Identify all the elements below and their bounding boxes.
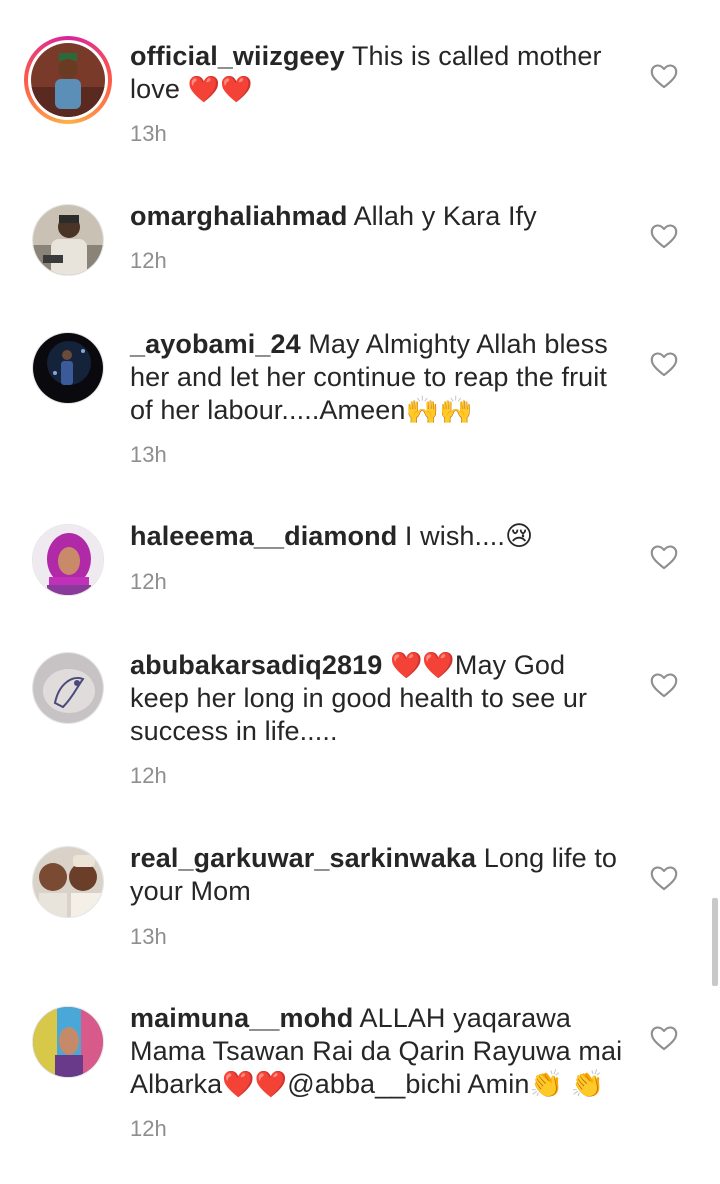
comment-timestamp: 13h [130,924,167,949]
comment-timestamp: 12h [130,1116,167,1141]
comment-body: maimuna__mohd ALLAH yaqarawa Mama Tsawan… [130,1002,630,1101]
heart-outline-icon[interactable] [650,544,678,570]
comment-text: Allah y Kara Ify [353,201,537,231]
comment-mention-text[interactable]: @abba__bichi Amin [287,1069,529,1099]
comment-text: I wish.... [404,521,505,551]
heart-emoji: ❤️❤️ [222,1069,288,1099]
heart-outline-icon[interactable] [650,351,678,377]
avatar-image [33,847,103,917]
avatar-image [33,525,103,595]
heart-emoji: ❤️❤️ [187,74,253,104]
comment-body: omarghaliahmad Allah y Kara Ify [130,200,630,233]
comment-body: _ayobami_24 May Almighty Allah bless her… [130,328,630,427]
heart-outline-icon[interactable] [650,223,678,249]
heart-outline-icon[interactable] [650,63,678,89]
avatar[interactable] [32,204,104,276]
comment-username[interactable]: real_garkuwar_sarkinwaka [130,843,476,873]
comment-username[interactable]: haleeema__diamond [130,521,397,551]
comment-body: abubakarsadiq2819 ❤️❤️May God keep her l… [130,649,630,748]
clapping-hands-emoji: 👏 👏 [529,1069,605,1099]
crying-face-emoji: 😢 [504,521,534,551]
avatar-image [31,43,105,117]
avatar-image [33,653,103,723]
scrollbar[interactable] [712,898,718,986]
avatar[interactable] [32,1006,104,1078]
heart-outline-icon[interactable] [650,1025,678,1051]
comment-timestamp: 13h [130,121,167,146]
avatar-image [33,205,103,275]
comment-username[interactable]: omarghaliahmad [130,201,347,231]
avatar-image [33,333,103,403]
avatar-with-story-ring[interactable] [24,36,112,124]
comment-body: haleeema__diamond I wish....😢 [130,520,630,553]
comment-timestamp: 12h [130,763,167,788]
comment-body: real_garkuwar_sarkinwaka Long life to yo… [130,842,630,908]
avatar-image [33,1007,103,1077]
comment-username[interactable]: abubakarsadiq2819 [130,650,382,680]
comment-username[interactable]: maimuna__mohd [130,1003,353,1033]
avatar[interactable] [32,652,104,724]
avatar[interactable] [32,332,104,404]
comment-timestamp: 12h [130,569,167,594]
comment-timestamp: 13h [130,442,167,467]
avatar[interactable] [32,846,104,918]
comment-username[interactable]: official_wiizgeey [130,41,345,71]
raised-hands-emoji: 🙌🙌 [405,395,473,425]
heart-outline-icon[interactable] [650,865,678,891]
comment-body: official_wiizgeey This is called mother … [130,40,630,106]
comment-timestamp: 12h [130,248,167,273]
heart-outline-icon[interactable] [650,672,678,698]
heart-emoji: ❤️❤️ [389,650,455,680]
avatar[interactable] [32,524,104,596]
comment-username[interactable]: _ayobami_24 [130,329,301,359]
